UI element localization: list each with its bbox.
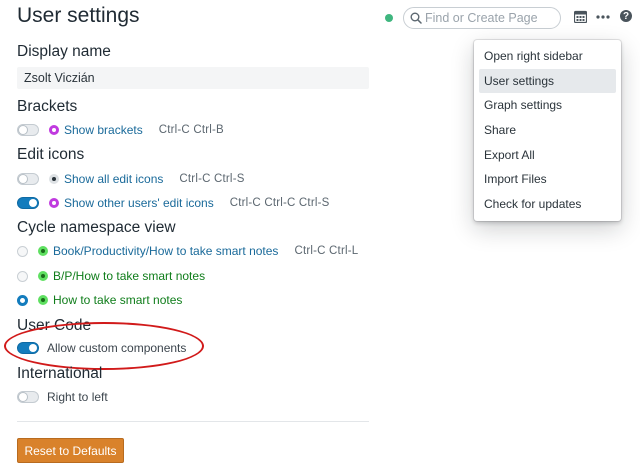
menu-item-export-all[interactable]: Export All (479, 142, 616, 167)
namespace-option-label: How to take smart notes (53, 293, 183, 307)
bullet-icon (49, 125, 59, 135)
more-icon[interactable] (596, 15, 610, 19)
menu-item-graph-settings[interactable]: Graph settings (479, 93, 616, 118)
show-all-edit-icons-label: Show all edit icons (64, 172, 164, 186)
more-menu: Open right sidebar User settings Graph s… (474, 40, 621, 221)
calendar-icon[interactable] (574, 10, 587, 23)
divider (17, 421, 369, 422)
right-to-left-toggle[interactable] (17, 391, 39, 403)
menu-item-check-for-updates[interactable]: Check for updates (479, 192, 616, 217)
menu-item-import-files[interactable]: Import Files (479, 167, 616, 192)
brackets-heading: Brackets (17, 98, 78, 115)
right-to-left-row[interactable]: Right to left (17, 388, 108, 406)
display-name-field[interactable]: Zsolt Viczián (17, 67, 369, 89)
show-other-edit-icons-toggle[interactable] (17, 197, 39, 209)
search-icon (410, 12, 422, 24)
search-input[interactable] (425, 10, 555, 26)
namespace-option-label: Book/Productivity/How to take smart note… (53, 244, 279, 258)
cycle-namespace-heading: Cycle namespace view (17, 219, 176, 236)
search-box[interactable] (403, 7, 561, 29)
annotation-circle (4, 322, 204, 370)
bullet-icon (38, 271, 48, 281)
show-brackets-toggle[interactable] (17, 124, 39, 136)
bullet-icon (38, 295, 48, 305)
bullet-icon (49, 198, 59, 208)
display-name-heading: Display name (17, 43, 111, 60)
namespace-option-label: B/P/How to take smart notes (53, 269, 206, 283)
namespace-radio-full[interactable] (17, 245, 28, 257)
right-to-left-label: Right to left (47, 390, 108, 404)
show-all-edit-icons-row[interactable]: Show all edit icons Ctrl-C Ctrl-S (17, 170, 245, 188)
edit-icons-heading: Edit icons (17, 146, 85, 163)
menu-item-open-right-sidebar[interactable]: Open right sidebar (479, 44, 616, 69)
bullet-icon (49, 174, 59, 184)
namespace-shortcut: Ctrl-C Ctrl-L (294, 245, 359, 257)
namespace-option-full[interactable]: Book/Productivity/How to take smart note… (17, 242, 358, 260)
display-name-value: Zsolt Viczián (24, 71, 95, 85)
namespace-radio-abbrev[interactable] (17, 270, 28, 282)
show-other-edit-icons-label: Show other users' edit icons (64, 196, 214, 210)
help-icon[interactable]: ? (620, 10, 632, 22)
menu-item-share[interactable]: Share (479, 118, 616, 143)
bullet-icon (38, 246, 48, 256)
show-all-edit-icons-shortcut: Ctrl-C Ctrl-S (179, 173, 245, 185)
international-heading: International (17, 365, 103, 382)
show-other-edit-icons-shortcut: Ctrl-C Ctrl-C Ctrl-S (229, 197, 330, 209)
show-brackets-row[interactable]: Show brackets Ctrl-C Ctrl-B (17, 121, 224, 139)
namespace-radio-short[interactable] (17, 294, 28, 306)
show-all-edit-icons-toggle[interactable] (17, 173, 39, 185)
menu-item-user-settings[interactable]: User settings (479, 68, 616, 94)
namespace-option-short[interactable]: How to take smart notes (17, 291, 182, 309)
reset-to-defaults-button[interactable]: Reset to Defaults (17, 438, 124, 463)
sync-status-dot (385, 14, 393, 22)
page-title: User settings (17, 4, 140, 27)
show-brackets-shortcut: Ctrl-C Ctrl-B (158, 124, 224, 136)
namespace-option-abbrev[interactable]: B/P/How to take smart notes (17, 267, 205, 285)
show-brackets-label: Show brackets (64, 123, 143, 137)
show-other-edit-icons-row[interactable]: Show other users' edit icons Ctrl-C Ctrl… (17, 194, 330, 212)
